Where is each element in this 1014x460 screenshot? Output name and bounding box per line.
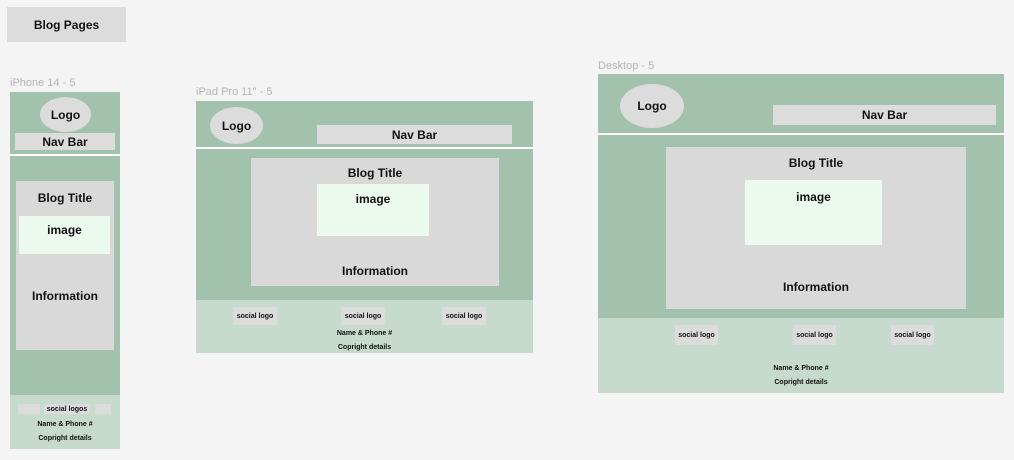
- social-logos-label: social logos: [44, 404, 90, 414]
- copyright-text: Copright details: [38, 435, 92, 442]
- footer: social logo social logo social logo Name…: [196, 300, 533, 353]
- copyright-text: Copright details: [774, 379, 828, 386]
- nav-bar[interactable]: Nav Bar: [773, 105, 996, 125]
- information-text: Information: [342, 264, 408, 278]
- iphone-frame-label[interactable]: iPhone 14 - 5: [10, 77, 75, 89]
- footer: social logo social logo social logo Name…: [598, 318, 1004, 393]
- social-logo-placeholder[interactable]: [95, 404, 111, 414]
- social-logos-row: social logos: [18, 404, 111, 414]
- nav-bar[interactable]: Nav Bar: [317, 125, 512, 144]
- information-text: Information: [32, 289, 98, 303]
- blog-title: Blog Title: [347, 166, 403, 180]
- blog-title: Blog Title: [788, 156, 844, 170]
- desktop-frame-label[interactable]: Desktop - 5: [598, 60, 654, 72]
- logo-placeholder[interactable]: Logo: [40, 97, 91, 132]
- social-logo-3[interactable]: social logo: [442, 307, 486, 325]
- page-name-label[interactable]: Blog Pages: [7, 7, 126, 42]
- social-logo-1[interactable]: social logo: [675, 325, 718, 345]
- iphone-frame[interactable]: Logo Nav Bar Blog Title image Informatio…: [10, 92, 120, 449]
- social-logo-2[interactable]: social logo: [793, 325, 836, 345]
- footer: social logos Name & Phone # Copright det…: [10, 395, 120, 449]
- blog-card: Blog Title image Information: [251, 158, 499, 286]
- header: Logo Nav Bar: [598, 74, 1004, 135]
- ipad-frame-label[interactable]: iPad Pro 11" - 5: [196, 86, 272, 98]
- logo-placeholder[interactable]: Logo: [210, 107, 263, 144]
- name-phone-text: Name & Phone #: [37, 421, 93, 428]
- image-placeholder: image: [19, 216, 110, 254]
- ipad-frame[interactable]: Logo Nav Bar Blog Title image Informatio…: [196, 101, 533, 353]
- nav-bar[interactable]: Nav Bar: [15, 133, 115, 150]
- logo-placeholder[interactable]: Logo: [620, 84, 684, 128]
- header: Logo Nav Bar: [196, 101, 533, 149]
- header: Logo Nav Bar: [10, 92, 120, 156]
- image-placeholder: image: [745, 180, 882, 245]
- social-logo-3[interactable]: social logo: [891, 325, 934, 345]
- desktop-frame[interactable]: Logo Nav Bar Blog Title image Informatio…: [598, 74, 1004, 393]
- blog-title: Blog Title: [37, 191, 93, 205]
- social-logo-1[interactable]: social logo: [233, 307, 277, 325]
- social-logo-2[interactable]: social logo: [341, 307, 385, 325]
- name-phone-text: Name & Phone #: [773, 365, 829, 372]
- copyright-text: Copright details: [337, 344, 392, 351]
- blog-card: Blog Title image Information: [666, 147, 966, 309]
- blog-card: Blog Title image Information: [16, 181, 114, 350]
- image-placeholder: image: [317, 184, 429, 236]
- name-phone-text: Name & Phone #: [336, 330, 393, 337]
- social-logo-placeholder[interactable]: [18, 404, 40, 414]
- information-text: Information: [783, 280, 849, 294]
